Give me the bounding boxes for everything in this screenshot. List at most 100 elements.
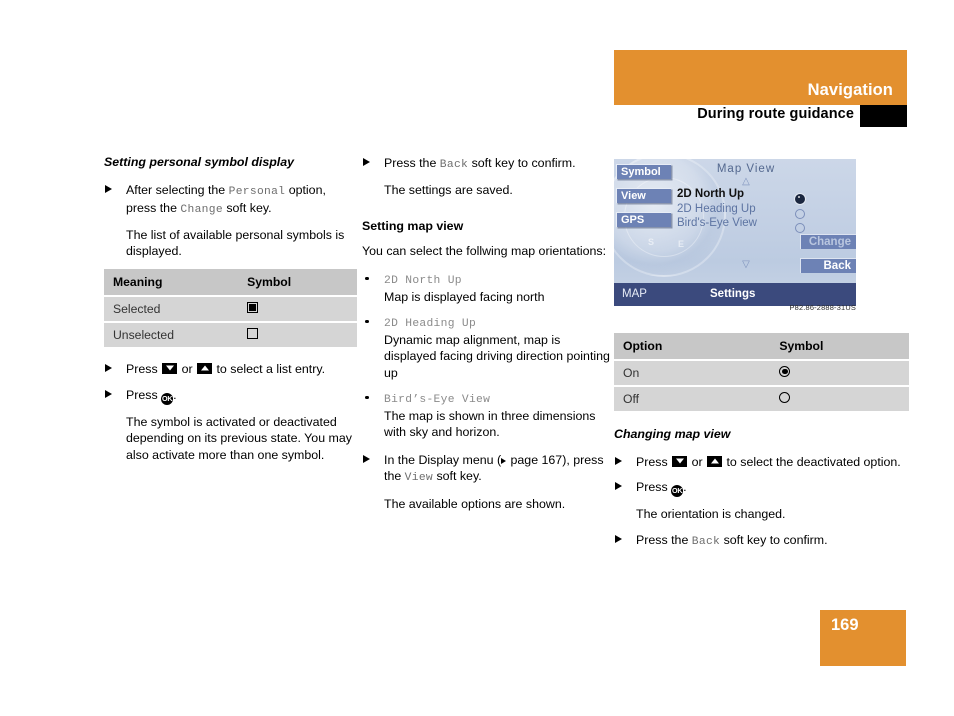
up-arrow-key-icon (197, 362, 213, 374)
instruction-text: Press OK. (636, 479, 909, 498)
text-fragment: Press (126, 361, 162, 376)
softkey-back[interactable]: Back (800, 258, 856, 273)
mono-option: 2D Heading Up (384, 317, 477, 330)
ok-button-icon: OK (671, 485, 684, 498)
manual-page: Navigation During route guidance Setting… (0, 0, 954, 716)
option-mono-label: Bird’s-Eye View (384, 390, 610, 408)
table-row: Off (614, 386, 909, 413)
text-fragment: soft key to confirm. (468, 156, 576, 170)
section-title-changing-map-view: Changing map view (614, 427, 731, 441)
screen-option-row[interactable]: Bird's-Eye View (677, 216, 852, 233)
filled-square-icon (247, 301, 259, 313)
text-fragment: Press (126, 387, 162, 402)
figure-caption: P82.86-2888-31US (789, 303, 856, 312)
dot-bullet-icon (365, 319, 369, 324)
cell-symbol (770, 360, 909, 387)
note-text: The orientation is changed. (636, 507, 786, 522)
note-block: The orientation is changed. (614, 506, 909, 523)
arrow-bullet-icon (363, 158, 370, 166)
note-block: The available options are shown. (362, 496, 610, 513)
tab-gps[interactable]: GPS (616, 212, 671, 227)
text-fragment: Press (636, 454, 672, 469)
text-fragment: or (688, 454, 707, 469)
instruction-text: Press or to select the deactivated optio… (636, 454, 909, 471)
list-item: After selecting the Personal option, pre… (104, 182, 357, 218)
table-row: On (614, 360, 909, 387)
cell-meaning: Selected (104, 295, 239, 323)
scroll-down-indicator: ▽ (742, 259, 750, 270)
page-reference-icon (501, 457, 507, 464)
note-block: The symbol is activated or deactivated d… (104, 414, 357, 464)
instruction-text: Press the Back soft key to confirm. (384, 155, 610, 173)
text-fragment: After selecting the (126, 182, 229, 197)
screen-option-row[interactable]: 2D North Up (677, 187, 852, 204)
col-header-option: Option (614, 333, 771, 361)
column-left: Setting personal symbol display After se… (104, 155, 357, 472)
meaning-symbol-table: Meaning Symbol Selected Unselected (104, 268, 357, 349)
page-title: Navigation (807, 81, 893, 99)
arrow-bullet-icon (363, 454, 370, 463)
compass-mark-s: S (648, 237, 655, 247)
cell-option: On (614, 360, 771, 387)
table-header-row: Meaning Symbol (104, 268, 357, 297)
up-arrow-key-icon (707, 455, 723, 467)
dot-bullet-icon (365, 395, 369, 400)
col-header-symbol: Symbol (238, 268, 357, 297)
compass-mark-e: E (678, 239, 685, 249)
text-fragment: soft key. (222, 200, 272, 215)
arrow-bullet-icon (615, 456, 622, 465)
arrow-bullet-icon (105, 363, 112, 372)
status-map-label: MAP (622, 288, 647, 300)
column-right: Option Symbol On Off Changing map view P… (614, 330, 909, 559)
note-block: The list of available personal symbols i… (104, 227, 357, 260)
option-description: Dynamic map alignment, map is displayed … (384, 332, 610, 380)
list-item: Press the Back soft key to confirm. (614, 532, 909, 550)
mono-change: Change (180, 203, 223, 216)
text-fragment: Press the (384, 156, 440, 170)
mono-option: 2D North Up (384, 274, 462, 287)
table-header-row: Option Symbol (614, 333, 909, 361)
instruction-text: In the Display menu ( page 167), press t… (384, 452, 610, 487)
down-arrow-key-icon (162, 362, 178, 374)
empty-radio-icon (779, 392, 791, 403)
note-block: The settings are saved. (362, 182, 610, 199)
list-item: Press OK. (104, 387, 357, 405)
list-item: 2D North Up Map is displayed facing nort… (362, 271, 610, 306)
text-fragment: . (173, 387, 177, 402)
arrow-bullet-icon (105, 184, 112, 193)
option-mono-label: 2D North Up (384, 271, 610, 289)
note-text: The list of available personal symbols i… (126, 227, 345, 259)
arrow-bullet-icon (615, 534, 622, 543)
screen-title: Map View (716, 163, 776, 175)
option-label: 2D Heading Up (677, 203, 756, 215)
header-band: Navigation (614, 50, 907, 105)
cell-symbol (238, 295, 357, 323)
mono-back: Back (691, 535, 721, 548)
col-header-symbol: Symbol (770, 333, 909, 361)
instruction-text: After selecting the Personal option, pre… (126, 182, 357, 218)
instruction-text: Press OK. (126, 387, 357, 405)
text-fragment: to select a list entry. (213, 361, 326, 376)
col-header-meaning: Meaning (104, 268, 239, 297)
header-subtitle-row: During route guidance (614, 105, 907, 127)
instruction-text: Press or to select a list entry. (126, 361, 357, 378)
list-item: Press OK. (614, 479, 909, 498)
softkey-change[interactable]: Change (800, 234, 856, 249)
option-description: Map is displayed facing north (384, 289, 545, 304)
header-subtitle: During route guidance (697, 106, 854, 122)
cell-symbol (238, 321, 357, 349)
text-fragment: . (683, 480, 687, 495)
note-text: The available options are shown. (384, 496, 566, 511)
mono-option: Bird’s-Eye View (384, 393, 491, 406)
text-fragment: to select the deactivated option. (723, 454, 901, 469)
down-arrow-key-icon (672, 455, 688, 467)
scroll-up-indicator: △ (742, 176, 750, 187)
list-item: Press or to select the deactivated optio… (614, 454, 909, 471)
mono-back: Back (439, 159, 469, 171)
tab-view[interactable]: View (616, 188, 671, 203)
option-symbol-table: Option Symbol On Off (614, 333, 909, 413)
screen-option-row[interactable]: 2D Heading Up (677, 202, 852, 219)
mono-view: View (404, 472, 433, 485)
list-item: In the Display menu ( page 167), press t… (362, 452, 610, 487)
table-row: Selected (104, 295, 357, 323)
